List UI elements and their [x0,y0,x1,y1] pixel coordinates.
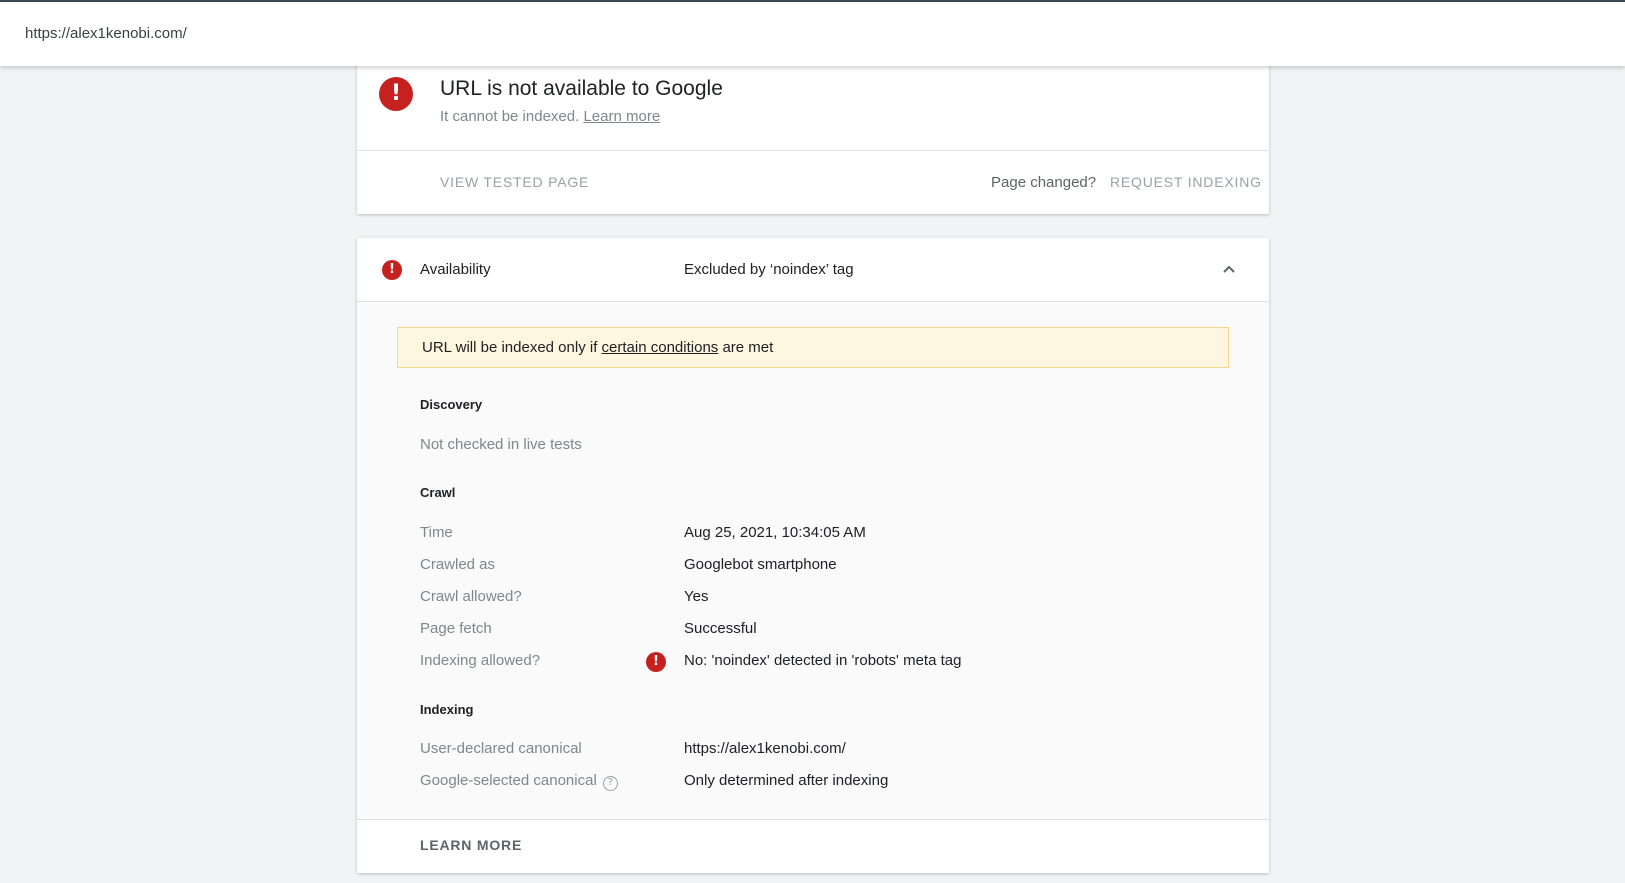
learn-more-link[interactable]: Learn more [583,108,660,125]
chevron-up-icon[interactable] [1219,260,1239,280]
divider [357,819,1269,820]
crawl-row-label: Crawled as [420,556,496,573]
indexing-row-label: User-declared canonical [420,740,582,757]
availability-header[interactable]: ! Availability Excluded by ‘noindex’ tag [357,238,1269,302]
crawl-heading: Crawl [420,485,456,500]
availability-panel: ! Availability Excluded by ‘noindex’ tag… [357,238,1269,873]
error-icon: ! [646,652,666,672]
page-changed-text: Page changed? [991,174,1097,191]
crawl-row-value: Googlebot smartphone [684,556,837,573]
crawl-row-label: Time [420,524,453,541]
certain-conditions-link[interactable]: certain conditions [602,339,719,356]
status-title: URL is not available to Google [440,77,723,100]
crawl-row-value: Aug 25, 2021, 10:34:05 AM [684,524,866,541]
indexing-row-label: Google-selected canonical? [420,772,618,791]
error-icon: ! [382,260,402,280]
indexing-row-value: Only determined after indexing [684,772,889,789]
google-canonical-label: Google-selected canonical [420,772,597,789]
status-subtitle: It cannot be indexed. Learn more [440,108,660,125]
divider [357,150,1269,151]
indexing-heading: Indexing [420,702,474,717]
error-icon: ! [379,77,413,111]
conditions-notice: URL will be indexed only if certain cond… [397,327,1229,368]
availability-value: Excluded by ‘noindex’ tag [684,261,854,278]
availability-details: URL will be indexed only if certain cond… [357,302,1269,819]
inspected-url[interactable]: https://alex1kenobi.com/ [25,25,187,42]
view-tested-page-button[interactable]: VIEW TESTED PAGE [440,174,589,190]
request-indexing-button[interactable]: REQUEST INDEXING [1110,174,1262,190]
crawl-row-value: No: 'noindex' detected in 'robots' meta … [684,652,962,669]
status-card: ! URL is not available to Google It cann… [357,50,1269,214]
discovery-heading: Discovery [420,397,483,412]
discovery-text: Not checked in live tests [420,436,582,453]
status-subtitle-text: It cannot be indexed. [440,108,580,125]
url-bar[interactable]: https://alex1kenobi.com/ [0,0,1625,66]
crawl-row-label: Page fetch [420,620,492,637]
learn-more-button[interactable]: LEARN MORE [420,837,522,853]
help-circle-icon[interactable]: ? [602,776,618,791]
notice-prefix: URL will be indexed only if [422,339,598,356]
crawl-row-label: Indexing allowed? [420,652,541,669]
availability-label: Availability [420,261,491,278]
crawl-row-label: Crawl allowed? [420,588,522,605]
notice-suffix: are met [722,339,774,356]
notice-text: URL will be indexed only if certain cond… [422,339,773,356]
crawl-row-value: Yes [684,588,709,605]
indexing-row-value: https://alex1kenobi.com/ [684,740,846,757]
crawl-row-value: Successful [684,620,757,637]
